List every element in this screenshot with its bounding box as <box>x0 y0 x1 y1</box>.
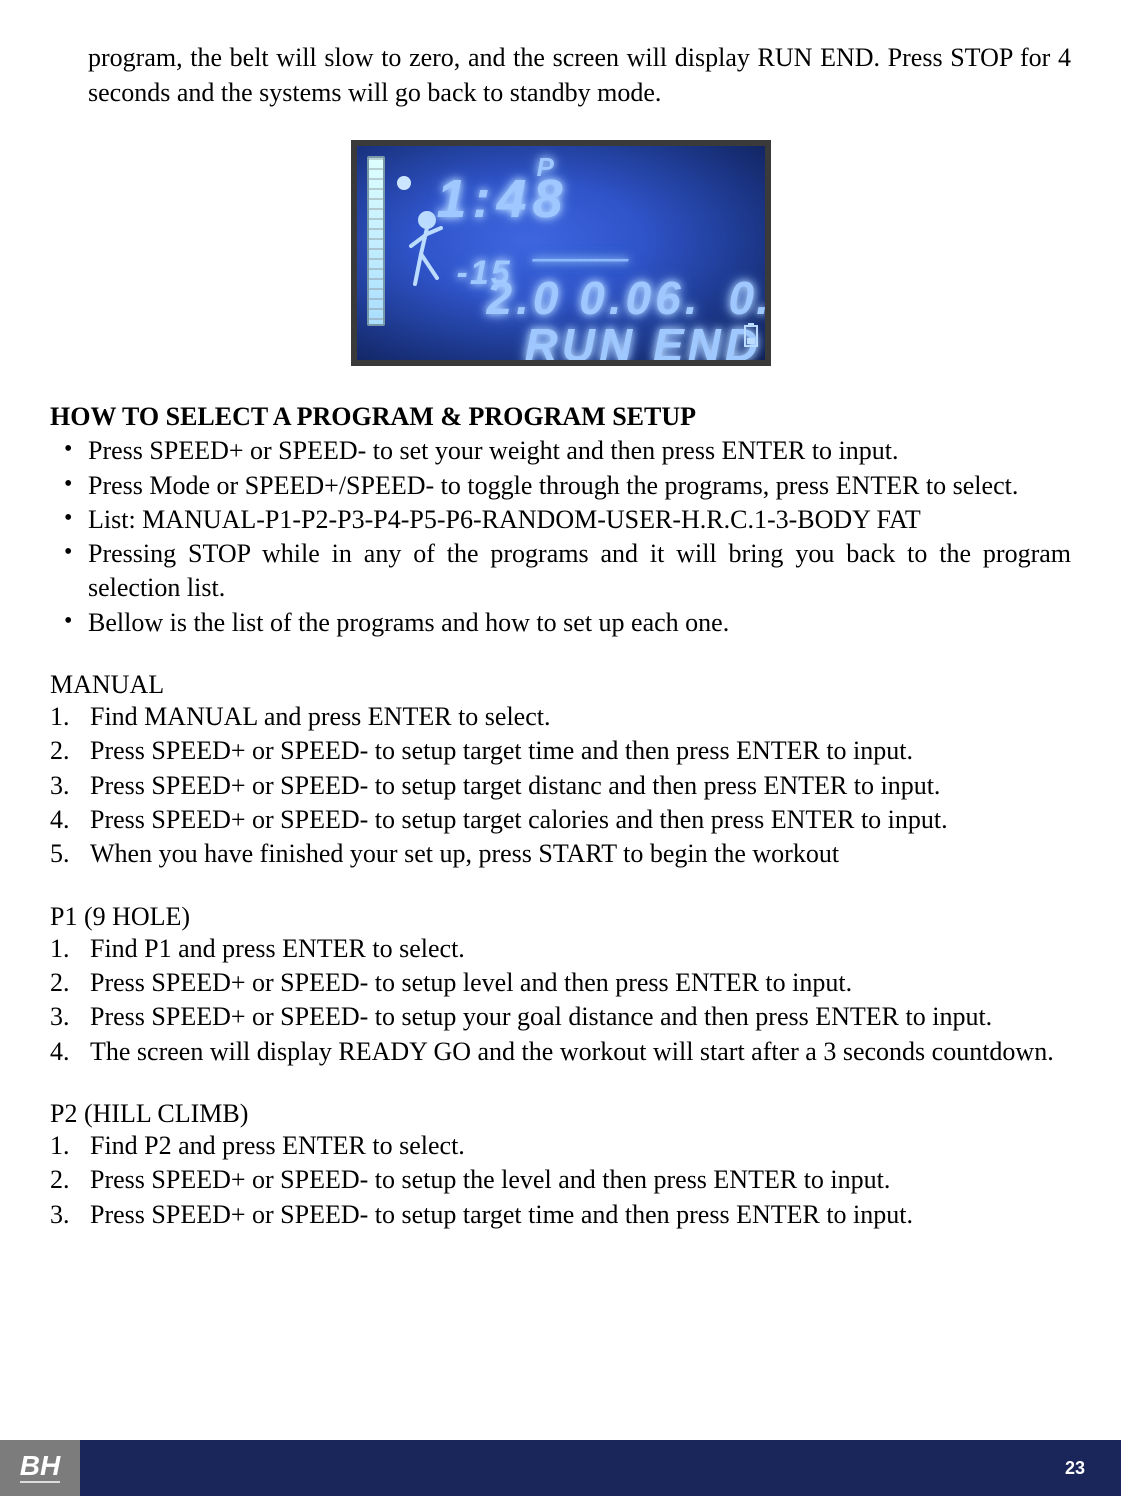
lcd-dashes: ------------------ <box>532 246 628 272</box>
footer-logo-block: BH <box>0 1440 80 1496</box>
list-item: Press SPEED+ or SPEED- to setup target d… <box>50 769 1071 803</box>
bh-logo: BH <box>20 1453 60 1482</box>
section-heading: HOW TO SELECT A PROGRAM & PROGRAM SETUP <box>50 402 1071 432</box>
lcd-time: 1:48 <box>437 168 569 230</box>
battery-icon <box>743 322 759 354</box>
list-item: List: MANUAL-P1-P2-P3-P4-P5-P6-RANDOM-US… <box>50 503 1071 537</box>
treadmill-display-photo: P 1:48 -15 ------------------ 2.0 0.06. … <box>351 140 771 366</box>
list-item: Press SPEED+ or SPEED- to setup target t… <box>50 1198 1071 1232</box>
lcd-row-right: 0. <box>729 271 771 325</box>
list-item: Press SPEED+ or SPEED- to setup level an… <box>50 966 1071 1000</box>
display-photo-wrap: P 1:48 -15 ------------------ 2.0 0.06. … <box>50 140 1071 366</box>
manual-page: program, the belt will slow to zero, and… <box>0 0 1121 1496</box>
list-item: Bellow is the list of the programs and h… <box>50 606 1071 640</box>
lcd-row-left: 2.0 0.06. <box>487 271 702 325</box>
p1-steps: Find P1 and press ENTER to select. Press… <box>50 932 1071 1069</box>
list-item: Find P2 and press ENTER to select. <box>50 1129 1071 1163</box>
footer-bar: 23 <box>80 1440 1121 1496</box>
manual-steps: Find MANUAL and press ENTER to select. P… <box>50 700 1071 872</box>
p2-heading: P2 (HILL CLIMB) <box>50 1099 1071 1129</box>
p2-steps: Find P2 and press ENTER to select. Press… <box>50 1129 1071 1232</box>
list-item: When you have finished your set up, pres… <box>50 837 1071 871</box>
manual-heading: MANUAL <box>50 670 1071 700</box>
bullet-list: Press SPEED+ or SPEED- to set your weigh… <box>50 434 1071 640</box>
intro-paragraph: program, the belt will slow to zero, and… <box>88 40 1071 110</box>
list-item: Press SPEED+ or SPEED- to setup the leve… <box>50 1163 1071 1197</box>
page-number: 23 <box>1065 1458 1085 1479</box>
lcd-run-end: RUN END <box>525 318 763 366</box>
list-item: Pressing STOP while in any of the progra… <box>50 537 1071 606</box>
list-item: Press Mode or SPEED+/SPEED- to toggle th… <box>50 469 1071 503</box>
list-item: Press SPEED+ or SPEED- to setup target t… <box>50 734 1071 768</box>
list-item: Press SPEED+ or SPEED- to set your weigh… <box>50 434 1071 468</box>
list-item: Find P1 and press ENTER to select. <box>50 932 1071 966</box>
p1-heading: P1 (9 HOLE) <box>50 902 1071 932</box>
list-item: The screen will display READY GO and the… <box>50 1035 1071 1069</box>
level-bar-icon <box>367 156 385 326</box>
page-footer: BH 23 <box>0 1440 1121 1496</box>
list-item: Find MANUAL and press ENTER to select. <box>50 700 1071 734</box>
indicator-dot-icon <box>397 176 411 190</box>
list-item: Press SPEED+ or SPEED- to setup target c… <box>50 803 1071 837</box>
list-item: Press SPEED+ or SPEED- to setup your goa… <box>50 1000 1071 1034</box>
